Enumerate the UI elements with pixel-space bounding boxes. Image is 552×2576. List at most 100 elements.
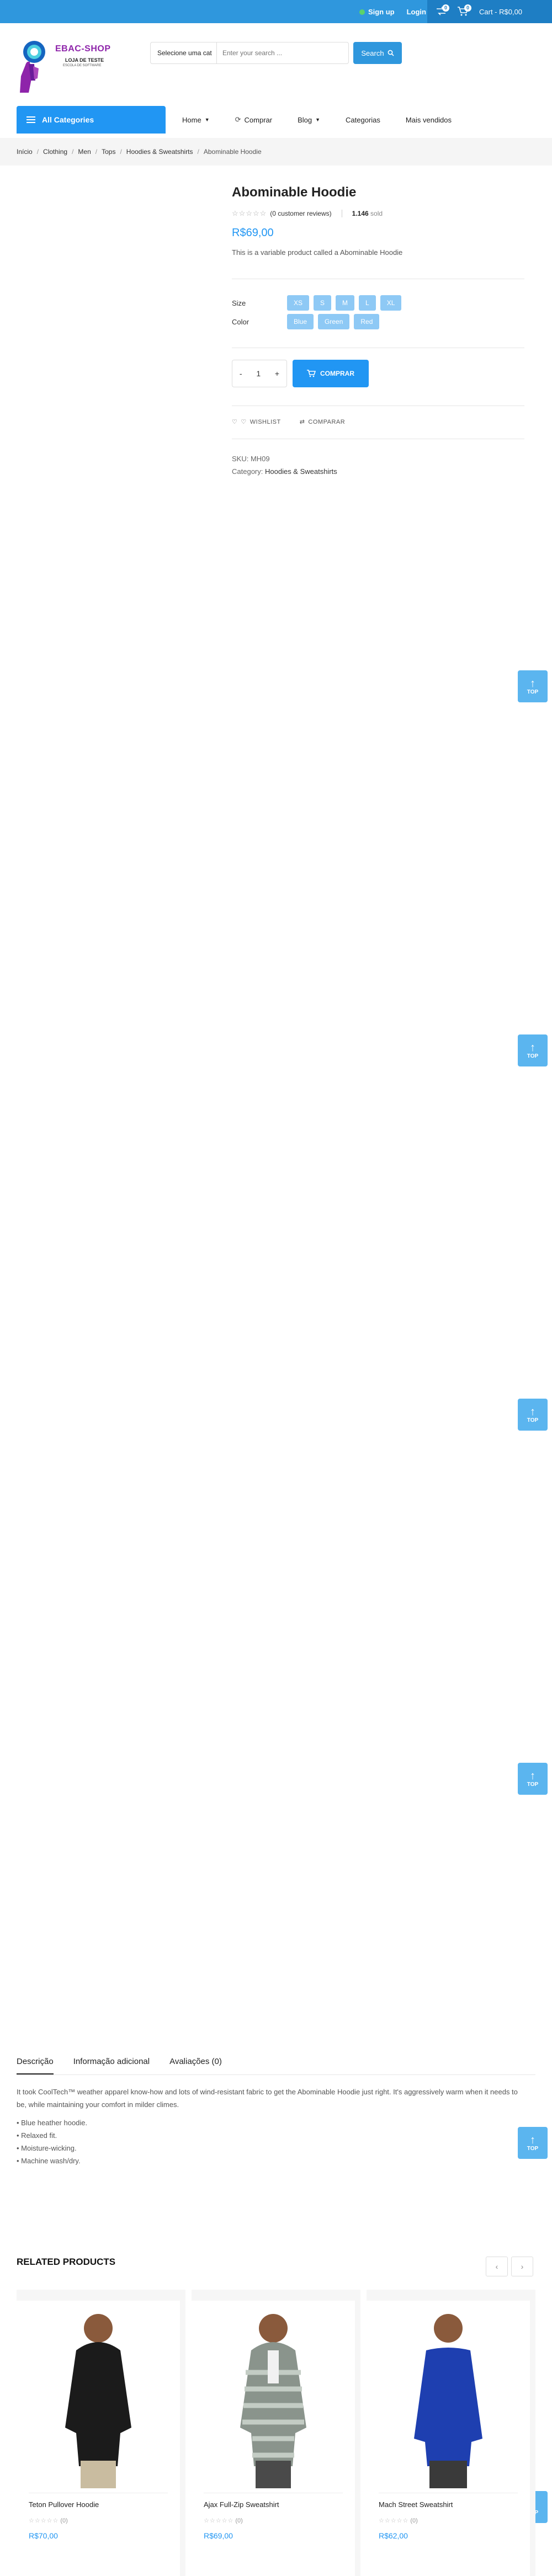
rating-stars-icon: ☆☆☆☆☆ — [379, 2518, 409, 2524]
review-count: (0) — [60, 2518, 68, 2524]
breadcrumb: Início / Clothing / Men / Tops / Hoodies & S… — [17, 138, 262, 166]
search-input[interactable] — [217, 42, 348, 63]
add-to-cart-row: - 1 + COMPRAR — [232, 360, 369, 387]
login-link[interactable]: Login — [407, 8, 426, 16]
nav-item-label: Comprar — [244, 115, 273, 124]
breadcrumb-link[interactable]: Clothing — [43, 148, 67, 156]
size-option-m[interactable]: M — [336, 295, 355, 311]
arrow-up-icon: ↑ — [530, 1405, 535, 1418]
product-image[interactable] — [192, 2301, 355, 2488]
back-to-top-button[interactable]: ↑TOP — [518, 2127, 548, 2159]
back-to-top-button[interactable]: ↑TOP — [518, 1763, 548, 1795]
carousel-next-button[interactable]: › — [511, 2257, 533, 2276]
compare-button[interactable]: ⇄ COMPARAR — [299, 418, 345, 426]
product-image[interactable] — [17, 2301, 180, 2488]
breadcrumb-bar: Início / Clothing / Men / Tops / Hoodies & S… — [0, 138, 552, 166]
product-meta: SKU: MH09 Category: Hoodies & Sweatshirt… — [232, 452, 337, 478]
back-to-top-label: TOP — [527, 2145, 539, 2152]
breadcrumb-link[interactable]: Men — [78, 148, 91, 156]
color-option-red[interactable]: Red — [354, 314, 380, 329]
product-name[interactable]: Mach Street Sweatshirt — [379, 2500, 453, 2509]
product-price: R$69,00 — [232, 227, 274, 239]
size-option-s[interactable]: S — [314, 295, 332, 311]
breadcrumb-separator: / — [72, 148, 74, 156]
logo-subtitle: LOJA DE TESTE — [65, 57, 104, 63]
compare-icon[interactable]: 0 — [435, 4, 449, 18]
buy-button[interactable]: COMPRAR — [293, 360, 369, 387]
color-option-blue[interactable]: Blue — [287, 314, 314, 329]
size-option-xs[interactable]: XS — [287, 295, 310, 311]
product-card[interactable]: Ajax Full-Zip Sweatshirt ☆☆☆☆☆ (0) R$69,… — [192, 2290, 360, 2576]
quantity-input[interactable]: 1 — [256, 369, 261, 378]
product-card[interactable]: Teton Pullover Hoodie ☆☆☆☆☆ (0) R$70,00 — [17, 2290, 185, 2576]
product-description: It took CoolTech™ weather apparel know-h… — [17, 2088, 518, 2109]
nav-item-blog[interactable]: Blog ▼ — [298, 116, 320, 124]
breadcrumb-link[interactable]: Início — [17, 148, 33, 156]
wishlist-button[interactable]: ♡ ♡ WISHLIST — [232, 418, 281, 426]
tab-descricao[interactable]: Descrição — [17, 2052, 54, 2074]
product-short-description: This is a variable product called a Abom… — [232, 248, 403, 257]
product-name[interactable]: Teton Pullover Hoodie — [29, 2500, 99, 2509]
color-row: Color Blue Green Red — [232, 312, 524, 331]
breadcrumb-link[interactable]: Tops — [102, 148, 115, 156]
cart-icon[interactable]: 0 — [457, 4, 471, 18]
color-option-green[interactable]: Green — [318, 314, 350, 329]
carousel-prev-button[interactable]: ‹ — [486, 2257, 508, 2276]
size-option-xl[interactable]: XL — [380, 295, 402, 311]
product-card[interactable]: Mach Street Sweatshirt ☆☆☆☆☆ (0) R$62,00 — [367, 2290, 535, 2576]
tab-avaliacoes[interactable]: Avaliações (0) — [169, 2052, 222, 2074]
signup-icon — [359, 9, 365, 15]
back-to-top-button[interactable]: ↑TOP — [518, 1399, 548, 1431]
cart-count-badge: 0 — [464, 4, 471, 12]
arrow-up-icon: ↑ — [530, 1041, 535, 1054]
nav-item-home[interactable]: Home ▼ — [182, 116, 210, 124]
chevron-down-icon: ▼ — [315, 117, 321, 122]
search-bar: Selecione uma cat — [150, 42, 349, 64]
signup-link[interactable]: Sign up — [359, 8, 395, 16]
reviews-link[interactable]: (0 customer reviews) — [270, 210, 331, 217]
product-card-inner: Mach Street Sweatshirt ☆☆☆☆☆ (0) R$62,00 — [367, 2301, 530, 2576]
striped-sweatshirt-image — [240, 2314, 306, 2488]
nav-item-mais-vendidos[interactable]: Mais vendidos — [406, 116, 452, 124]
size-row: Size XS S M L XL — [232, 294, 524, 312]
cart-button[interactable]: 0 0 Cart - R$0,00 — [427, 0, 552, 23]
back-to-top-button[interactable]: ↑TOP — [518, 670, 548, 702]
list-item: • Moisture-wicking. — [17, 2144, 77, 2152]
product-name[interactable]: Ajax Full-Zip Sweatshirt — [204, 2500, 279, 2509]
menu-icon — [26, 116, 35, 123]
sold-label: sold — [370, 210, 383, 217]
cart-label: Cart - R$0,00 — [479, 7, 523, 16]
breadcrumb-separator: / — [95, 148, 98, 156]
review-count: (0) — [235, 2518, 243, 2524]
site-logo[interactable]: EBAC-SHOP LOJA DE TESTE ESCOLA DE SOFTWA… — [17, 34, 127, 100]
category-link[interactable]: Hoodies & Sweatshirts — [265, 467, 337, 476]
related-products-title: RELATED PRODUCTS — [17, 2257, 116, 2267]
nav-item-categorias[interactable]: Categorias — [346, 116, 380, 124]
rating-stars-icon: ☆☆☆☆☆ — [29, 2518, 59, 2524]
cart-icon — [307, 370, 316, 377]
account-links: Sign up Login — [359, 0, 426, 23]
arrow-up-icon: ↑ — [530, 2134, 535, 2146]
product-summary: Abominable Hoodie ☆☆☆☆☆ (0 customer revi… — [232, 185, 541, 257]
all-categories-button[interactable]: All Categories — [17, 106, 166, 134]
search-button-label: Search — [361, 49, 384, 57]
product-image[interactable] — [367, 2301, 530, 2488]
breadcrumb-link[interactable]: Hoodies & Sweatshirts — [126, 148, 193, 156]
product-title: Abominable Hoodie — [232, 185, 357, 200]
search-button[interactable]: Search — [353, 42, 402, 64]
nav-item-comprar[interactable]: ⟳ Comprar — [235, 115, 272, 124]
size-option-l[interactable]: L — [359, 295, 376, 311]
sku-row: SKU: MH09 — [232, 452, 337, 465]
tab-informacao-adicional[interactable]: Informação adicional — [73, 2052, 150, 2074]
back-to-top-button[interactable]: ↑TOP — [518, 1034, 548, 1066]
product-price: R$69,00 — [204, 2531, 233, 2540]
wishlist-label: WISHLIST — [250, 418, 281, 425]
search-category-select[interactable]: Selecione uma cat — [151, 42, 217, 63]
quantity-plus-button[interactable]: + — [275, 369, 279, 378]
category-row: Category: Hoodies & Sweatshirts — [232, 465, 337, 478]
arrow-up-icon: ↑ — [530, 1769, 535, 1782]
quantity-minus-button[interactable]: - — [240, 369, 242, 378]
heart-icon: ♡ — [232, 419, 238, 425]
signup-label: Sign up — [368, 7, 395, 16]
compare-icon: ⇄ — [299, 419, 305, 425]
